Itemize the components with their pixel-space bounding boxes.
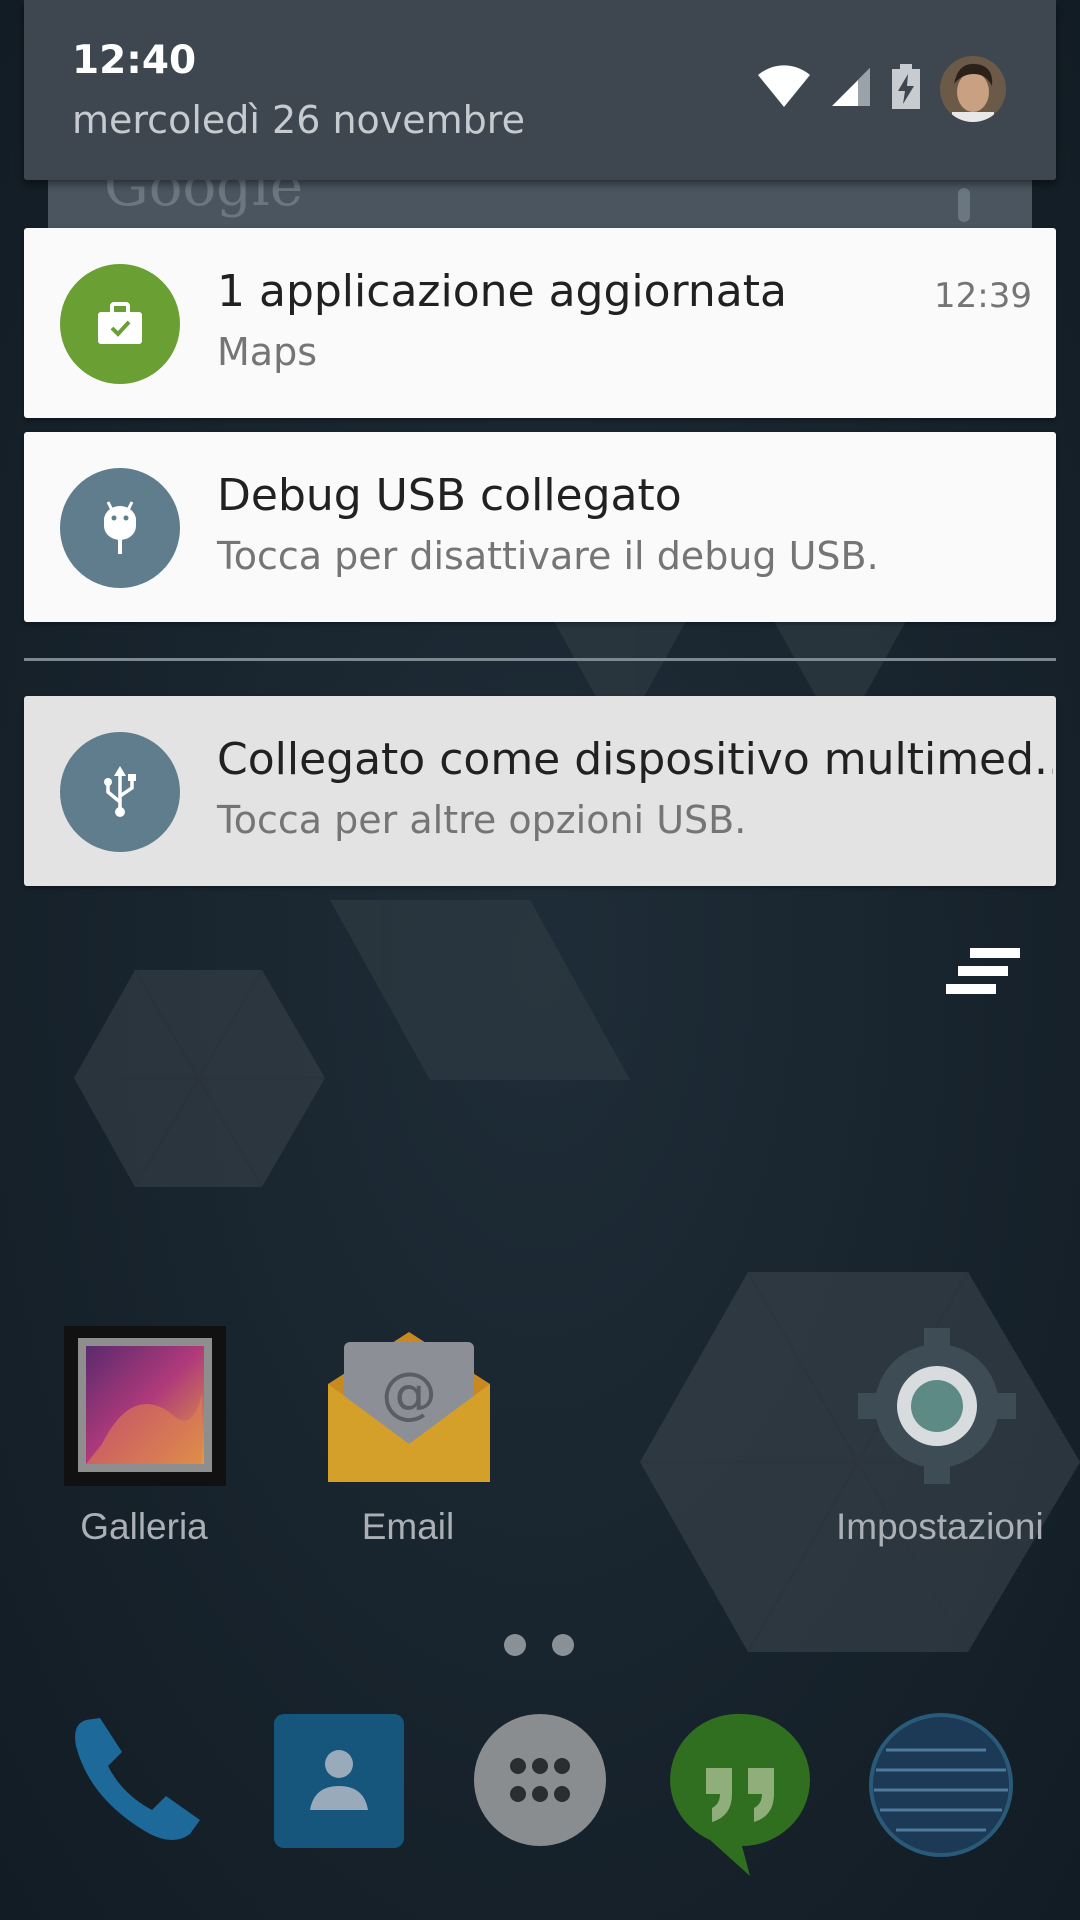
battery-charging-icon [890, 64, 922, 114]
app-label: Email [361, 1506, 455, 1547]
mic-icon [958, 188, 970, 222]
app-label: Galleria [80, 1506, 208, 1547]
wifi-icon [756, 65, 812, 113]
settings-gear-icon [854, 1324, 1020, 1492]
date: mercoledì 26 novembre [72, 98, 525, 142]
phone-icon[interactable] [66, 1710, 206, 1850]
page-dot[interactable] [504, 1634, 526, 1656]
notification-title: Debug USB collegato [217, 470, 682, 521]
android-debug-icon [60, 468, 180, 588]
gallery-icon [62, 1324, 228, 1492]
user-avatar[interactable] [940, 56, 1006, 122]
browser-globe-icon[interactable] [866, 1710, 1013, 1857]
notification-time: 12:39 [934, 276, 1032, 316]
notification-usb-debug[interactable]: Debug USB collegato Tocca per disattivar… [24, 432, 1056, 622]
notification-title: 1 applicazione aggiornata [217, 266, 787, 317]
search-bar-peek: Google [48, 180, 1032, 228]
app-drawer-icon[interactable] [470, 1710, 610, 1850]
contacts-icon[interactable] [270, 1710, 410, 1850]
cell-signal-icon [830, 66, 872, 112]
notification-divider [24, 658, 1056, 661]
status-icons [756, 56, 1006, 122]
notification-title: Collegato come dispositivo multimed.. [217, 734, 1053, 785]
notification-usb-mtp[interactable]: Collegato come dispositivo multimed.. To… [24, 696, 1056, 886]
notification-shade-header[interactable]: 12:40 mercoledì 26 novembre [24, 0, 1056, 180]
app-label: Impostazioni [836, 1506, 1044, 1547]
notification-app-updated[interactable]: 1 applicazione aggiornata Maps 12:39 [24, 228, 1056, 418]
email-icon: @ [326, 1324, 492, 1492]
clear-all-icon[interactable] [946, 944, 1022, 1000]
hangouts-icon[interactable] [670, 1710, 810, 1876]
page-indicator [504, 1634, 574, 1656]
page-dot[interactable] [552, 1634, 574, 1656]
svg-text:@: @ [381, 1361, 437, 1426]
google-logo: Google [104, 180, 304, 219]
play-store-briefcase-icon [60, 264, 180, 384]
usb-icon [60, 732, 180, 852]
clock: 12:40 [72, 38, 197, 83]
notification-text: Tocca per altre opzioni USB. [217, 798, 747, 842]
notification-text: Maps [217, 330, 317, 374]
notification-text: Tocca per disattivare il debug USB. [217, 534, 879, 578]
